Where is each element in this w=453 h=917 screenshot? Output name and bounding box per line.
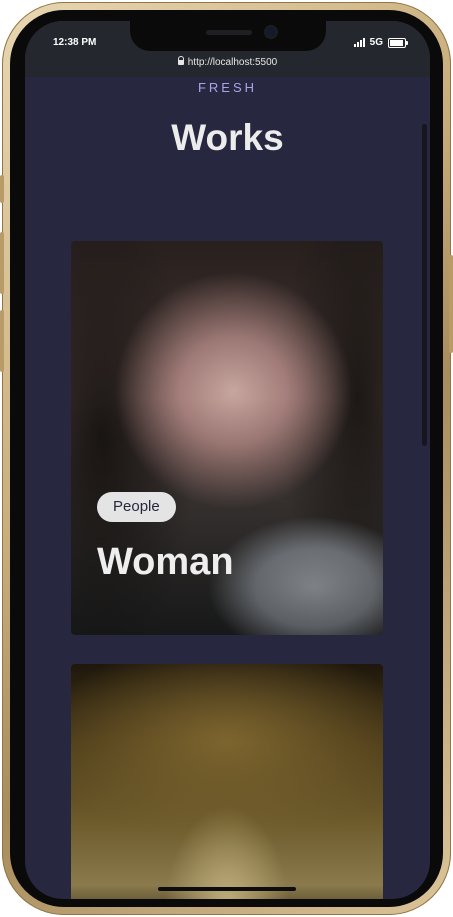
page-title: Works [171,117,284,158]
battery-icon [388,37,408,48]
work-card[interactable] [71,664,383,899]
volume-up-button [0,232,4,294]
phone-screen: 12:38 PM 5G http://localhost:5500 FRESH … [25,21,430,899]
home-indicator [158,887,296,891]
power-button [449,255,453,353]
network-type: 5G [369,37,383,48]
lock-icon [177,56,184,65]
volume-down-button [0,310,4,372]
mute-switch [0,175,4,203]
status-time: 12:38 PM [53,37,97,48]
status-indicators: 5G [353,37,408,48]
card-image [71,664,383,899]
brand-logo[interactable]: FRESH [25,80,430,95]
front-camera [266,27,276,37]
signal-icon [353,38,366,47]
category-tag[interactable]: People [97,492,176,522]
work-card[interactable]: People Woman [71,241,383,635]
address-bar[interactable]: http://localhost:5500 [25,56,430,68]
scrollbar[interactable] [422,124,427,446]
card-title: Woman [97,541,234,583]
notch [130,21,326,51]
url-text: http://localhost:5500 [187,57,278,68]
speaker-grille [206,30,252,35]
